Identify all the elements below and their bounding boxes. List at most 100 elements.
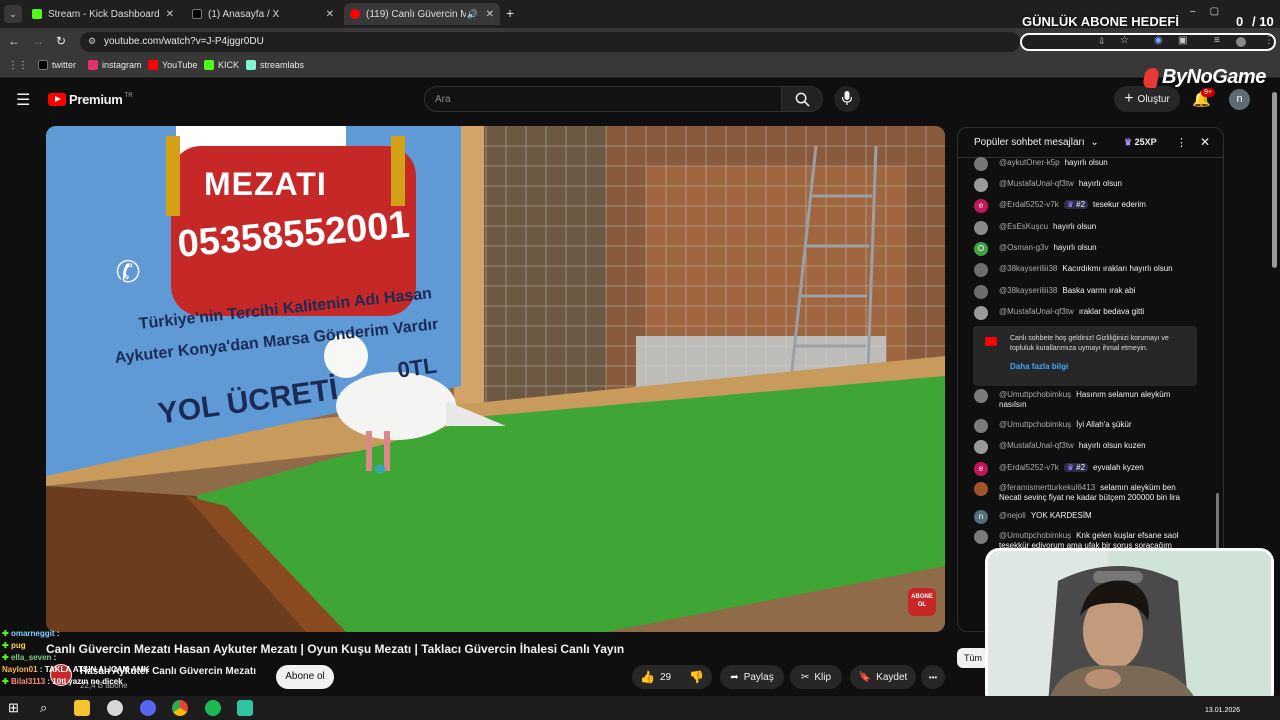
hamburger-menu-icon[interactable]: ☰ [16,90,30,110]
search-button[interactable] [781,86,823,112]
crown-icon: ♛ [1066,200,1077,209]
profile-icon[interactable] [1236,37,1246,47]
more-actions-button[interactable]: ••• [921,665,945,689]
site-info-icon[interactable]: ⚙ [88,36,96,47]
avatar[interactable] [974,419,988,433]
bookmark-instagram[interactable]: instagram [88,60,142,70]
bookmark-streamlabs[interactable]: streamlabs [246,60,304,70]
reading-list-icon[interactable]: ≡ [1214,35,1220,46]
avatar[interactable] [974,530,988,544]
chat-author[interactable]: @Erdal5252-v7k [999,463,1059,472]
chat-mode-dropdown[interactable]: Popüler sohbet mesajları ⌄ [974,137,1099,148]
file-explorer-icon[interactable] [74,700,90,716]
clip-button[interactable]: ✂ Klip [790,665,842,689]
chat-scrollbar[interactable] [1216,493,1219,553]
streamlabs-icon[interactable] [237,700,253,716]
avatar[interactable]: e [974,199,988,213]
avatar[interactable] [974,306,988,320]
windows-start-icon[interactable]: ⊞ [8,700,24,716]
share-button[interactable]: ➦ Paylaş [720,665,784,689]
avatar[interactable] [974,389,988,403]
search-input[interactable]: Ara [424,86,782,112]
apps-grid-icon[interactable]: ⋮⋮ [8,60,28,71]
xp-badge[interactable]: ♛ 25XP [1124,137,1157,148]
avatar[interactable]: n [1229,89,1250,110]
chrome-icon[interactable] [172,700,188,716]
tab-x-home[interactable]: (1) Anasayfa / X ✕ [186,3,340,25]
install-icon[interactable]: ⇩ [1098,36,1106,47]
chat-author[interactable]: @MustafaUnal-qf3tw [999,307,1074,316]
page-scrollbar[interactable] [1272,92,1277,268]
minimize-icon[interactable]: – [1190,6,1210,17]
kick-chat-user: Bilal3113 [10,677,46,686]
maximize-icon[interactable]: ▢ [1210,6,1233,17]
close-icon[interactable]: ✕ [486,9,494,20]
chat-author[interactable]: @feramismertturkekul6413 [999,483,1095,492]
chat-message-body: @Erdal5252-v7k ♛ #2 tesekur ederim [999,200,1199,210]
chat-menu-icon[interactable]: ⋮ [1176,136,1187,149]
chat-text: tesekur ederim [1093,200,1146,209]
avatar[interactable] [974,482,988,496]
spotify-icon[interactable] [205,700,221,716]
avatar[interactable] [974,157,988,171]
bookmark-star-icon[interactable]: ☆ [1120,35,1129,46]
avatar[interactable]: e [974,462,988,476]
tab-list-dropdown-icon[interactable]: ⌄ [4,5,22,23]
chat-author[interactable]: @MustafaUnal-qf3tw [999,441,1074,450]
bookmark-kick[interactable]: KICK [204,60,239,70]
youtube-play-icon [48,93,66,106]
chat-author[interactable]: @38kayseriliii38 [999,264,1057,273]
tab-kick-dashboard[interactable]: Stream - Kick Dashboard ✕ [26,3,180,25]
bookmark-twitter[interactable]: twitter [38,60,76,70]
chat-author[interactable]: @EsEsKuşcu [999,222,1048,231]
bookmark-youtube[interactable]: YouTube [148,60,197,70]
save-button[interactable]: 🔖 Kaydet [850,665,916,689]
avatar[interactable]: O [974,242,988,256]
puzzle-icon[interactable]: ▣ [1178,35,1187,46]
search-icon[interactable]: ⌕ [40,700,56,716]
tab-youtube-live[interactable]: (119) Canlı Güvercin Mezatı 🔊 ✕ [344,3,500,25]
youtube-logo[interactable]: Premium TR [48,92,133,107]
menu-dots-icon[interactable]: ⋮ [1264,35,1274,46]
close-icon[interactable]: ✕ [326,9,334,20]
avatar[interactable] [974,263,988,277]
create-button[interactable]: + Oluştur [1114,86,1180,112]
speaker-icon[interactable]: 🔊 [467,9,478,20]
extension-icon[interactable]: ◉ [1154,35,1163,46]
thumbs-down-icon[interactable]: 👎 [689,670,704,684]
subscribe-button[interactable]: Abone ol [276,665,334,689]
chat-author[interactable]: @Umuttpchobimkuş [999,390,1071,399]
chat-message-body: @Umuttpchobimkuş İyi Allah'a şükür [999,420,1199,430]
chat-author[interactable]: @nejoli [999,511,1026,520]
chat-author[interactable]: @38kayseriliii38 [999,286,1057,295]
learn-more-link[interactable]: Daha fazla bilgi [1010,362,1068,371]
discord-icon[interactable] [140,700,156,716]
chat-author[interactable]: @Umuttpchobimkuş [999,420,1071,429]
avatar[interactable] [974,221,988,235]
video-player[interactable]: MEZATI ✆ 05358552001 Türkiye'nin Tercihi… [46,126,945,632]
chat-author[interactable]: @Osman-g3v [999,243,1048,252]
avatar[interactable] [974,440,988,454]
avatar[interactable] [974,178,988,192]
subscribe-watermark[interactable]: ABONE OL [908,588,936,616]
avatar[interactable] [974,285,988,299]
chat-author[interactable]: @aykutOner-k5p [999,158,1060,167]
close-icon[interactable]: ✕ [166,9,174,20]
address-bar[interactable]: ⚙ youtube.com/watch?v=J-P4jggr0DU [80,32,1020,52]
chat-message: @Umuttpchobimkuş Hasınım selamun aleyküm … [974,389,1204,410]
avatar[interactable]: n [974,510,988,524]
back-icon[interactable]: ← [8,34,20,48]
reload-icon[interactable]: ↻ [56,34,66,48]
forward-icon[interactable]: → [32,34,44,48]
close-chat-icon[interactable]: ✕ [1200,135,1210,149]
app-icon[interactable] [107,700,123,716]
voice-search-button[interactable] [834,86,860,112]
extensions-area: ⇩ ☆ ◉ ▣ ≡ ⋮ [1020,33,1276,51]
chat-author[interactable]: @Erdal5252-v7k [999,200,1059,209]
create-label: Oluştur [1137,93,1170,105]
thumbs-up-icon[interactable]: 👍 [640,670,655,684]
chat-author[interactable]: @MustafaUnal-qf3tw [999,179,1074,188]
new-tab-button[interactable]: + [506,5,514,21]
chat-message-body: @nejoli YOK KARDESİM [999,511,1199,521]
chat-author[interactable]: @Umuttpchobimkuş [999,531,1071,540]
